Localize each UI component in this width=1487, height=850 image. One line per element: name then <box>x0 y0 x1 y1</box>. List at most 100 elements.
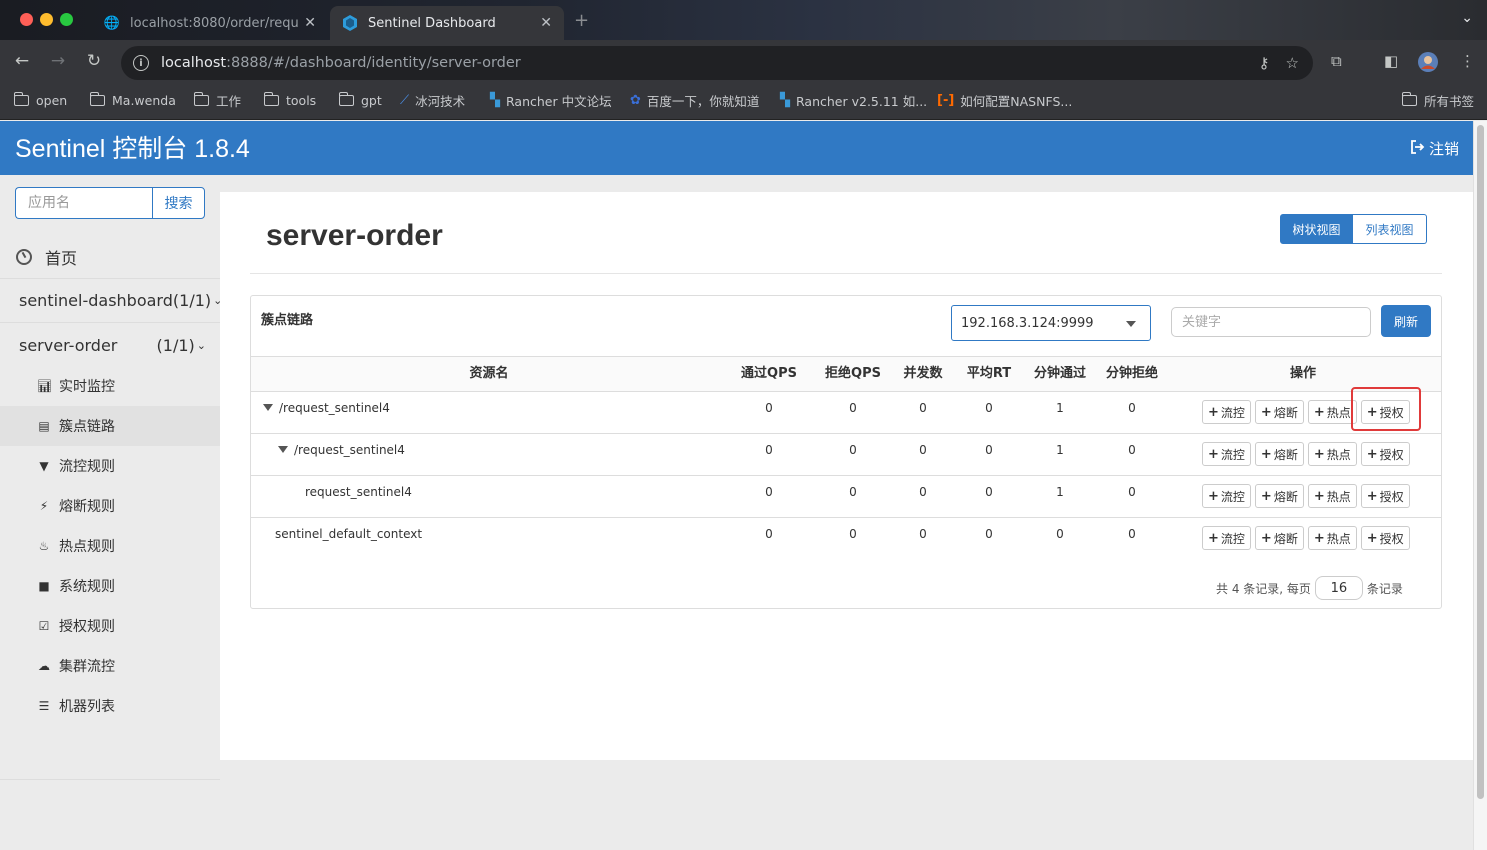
brand-title[interactable]: Sentinel 控制台 1.8.4 <box>15 129 250 165</box>
table-row: request_sentinel4 0 0 0 0 1 0 + 流控 + 熔断 + 热… <box>251 476 1441 518</box>
search-button[interactable]: 搜索 <box>152 187 205 219</box>
menu-item-cluster-flow[interactable]: ☁ 集群流控 <box>0 646 220 686</box>
close-window-button[interactable] <box>20 13 33 26</box>
add-authority-rule-button[interactable]: + 授权 <box>1360 442 1410 466</box>
address-bar[interactable]: i localhost:8888/#/dashboard/identity/se… <box>121 46 1313 80</box>
all-bookmarks[interactable]: 所有书签 <box>1401 86 1474 114</box>
page-scrollbar[interactable] <box>1473 121 1487 850</box>
filter-icon: ▼ <box>39 459 49 473</box>
menu-item-authority-rules[interactable]: ☑ 授权规则 <box>0 606 220 646</box>
column-header: 通过QPS <box>741 366 797 381</box>
bookmark-item[interactable]: open <box>13 86 67 114</box>
chevron-down-icon: ⌄ <box>196 338 206 352</box>
avg-rt: 0 <box>985 401 993 415</box>
menu-item-hotspot-rules[interactable]: ♨ 热点规则 <box>0 526 220 566</box>
bookmark-item[interactable]: tools <box>263 86 316 114</box>
add-authority-rule-button[interactable]: + 授权 <box>1360 400 1410 424</box>
tree-view-button[interactable]: 树状视图 <box>1280 214 1353 244</box>
list-view-button[interactable]: 列表视图 <box>1353 214 1427 244</box>
bookmark-star-icon[interactable]: ☆ <box>1286 54 1299 72</box>
bookmark-item[interactable]: ✿ 百度一下，你就知道 <box>630 86 759 114</box>
expand-triangle-icon[interactable] <box>263 404 273 411</box>
machine-select[interactable]: 192.168.3.124:9999 <box>951 305 1151 341</box>
globe-icon: 🌐 <box>103 15 121 31</box>
password-key-icon[interactable]: ⚷ <box>1259 54 1270 72</box>
add-hotspot-rule-button[interactable]: + 热点 <box>1307 442 1357 466</box>
scrollbar-thumb[interactable] <box>1477 125 1484 799</box>
add-authority-rule-button[interactable]: + 授权 <box>1360 526 1410 550</box>
add-degrade-rule-button[interactable]: + 熔断 <box>1254 484 1304 508</box>
menu-item-degrade-rules[interactable]: ⚡︎ 熔断规则 <box>0 486 220 526</box>
add-flow-rule-button[interactable]: + 流控 <box>1202 400 1251 424</box>
plus-icon: + <box>1313 530 1325 546</box>
pass-qps: 0 <box>765 401 773 415</box>
forward-icon[interactable]: → <box>46 51 70 71</box>
browser-tab[interactable]: 🌐 localhost:8080/order/request_sentinel … <box>92 6 328 40</box>
plus-icon: + <box>1366 530 1378 546</box>
browser-tab-active[interactable]: Sentinel Dashboard ✕ <box>330 6 564 40</box>
add-hotspot-rule-button[interactable]: + 热点 <box>1307 484 1357 508</box>
logout-link[interactable]: 注销 <box>1410 138 1459 159</box>
add-degrade-rule-button[interactable]: + 熔断 <box>1254 526 1304 550</box>
column-header: 拒绝QPS <box>825 366 881 381</box>
add-authority-rule-button[interactable]: + 授权 <box>1360 484 1410 508</box>
menu-item-machine-list[interactable]: ☰ 机器列表 <box>0 686 220 726</box>
folder-icon <box>13 91 29 106</box>
column-header: 并发数 <box>903 366 943 381</box>
bookmark-item[interactable]: ▚ Rancher 中文论坛 <box>490 86 612 114</box>
new-tab-icon[interactable]: + <box>574 10 589 31</box>
menu-item-realtime-monitor[interactable]: 📊︎ 实时监控 <box>0 366 220 406</box>
bookmark-item[interactable]: ⟋ 冰河技术 <box>400 86 465 114</box>
add-hotspot-rule-button[interactable]: + 热点 <box>1307 526 1357 550</box>
add-flow-rule-button[interactable]: + 流控 <box>1202 442 1251 466</box>
site-info-icon[interactable]: i <box>133 55 149 71</box>
close-tab-icon[interactable]: ✕ <box>540 15 552 31</box>
refresh-button[interactable]: 刷新 <box>1381 305 1431 337</box>
side-panel-icon[interactable]: ◧ <box>1384 52 1398 70</box>
sidebar-home[interactable]: 首页 <box>0 235 220 279</box>
expand-triangle-icon[interactable] <box>278 446 288 453</box>
threads: 0 <box>919 527 927 541</box>
add-degrade-rule-button[interactable]: + 熔断 <box>1254 400 1304 424</box>
resource-name[interactable]: request_sentinel4 <box>305 485 412 499</box>
menu-item-system-rules[interactable]: ■ 系统规则 <box>0 566 220 606</box>
bookmark-item[interactable]: gpt <box>338 86 382 114</box>
sidebar-app-sentinel-dashboard[interactable]: sentinel-dashboard (1/1) ⌄ <box>0 279 222 323</box>
divider <box>250 273 1442 274</box>
keyword-input[interactable] <box>1171 307 1371 337</box>
page-size-input[interactable]: 16 <box>1314 576 1363 600</box>
minimize-window-button[interactable] <box>40 13 53 26</box>
bookmark-item[interactable]: 工作 <box>193 86 241 114</box>
bookmark-item[interactable]: ▚ Rancher v2.5.11 如... <box>780 86 927 114</box>
extensions-icon[interactable]: ⧉ <box>1331 52 1342 70</box>
menu-item-flow-rules[interactable]: ▼ 流控规则 <box>0 446 220 486</box>
maximize-window-button[interactable] <box>60 13 73 26</box>
plus-icon: + <box>1260 530 1272 546</box>
profile-avatar[interactable] <box>1418 52 1438 76</box>
plus-icon: + <box>1313 404 1325 420</box>
rancher-icon: ▚ <box>490 92 500 108</box>
add-flow-rule-button[interactable]: + 流控 <box>1202 484 1251 508</box>
resource-name[interactable]: sentinel_default_context <box>275 527 422 541</box>
app-search-input[interactable] <box>15 187 152 219</box>
reload-icon[interactable]: ↻ <box>82 51 106 71</box>
minute-block: 0 <box>1128 401 1136 415</box>
minute-block: 0 <box>1128 527 1136 541</box>
sidebar-app-server-order[interactable]: server-order (1/1) ⌄ <box>0 323 220 367</box>
close-tab-icon[interactable]: ✕ <box>304 15 316 31</box>
resource-name[interactable]: /request_sentinel4 <box>278 443 405 457</box>
cluster-chain-panel: 簇点链路 192.168.3.124:9999 刷新 资源名 通过QPS 拒绝Q… <box>250 295 1442 609</box>
table-row: /request_sentinel4 0 0 0 0 1 0 + 流控 + 熔断 +… <box>251 434 1441 476</box>
threads: 0 <box>919 485 927 499</box>
resource-name[interactable]: /request_sentinel4 <box>263 401 390 415</box>
menu-item-cluster-chain[interactable]: ▤ 簇点链路 <box>0 406 220 446</box>
browser-menu-icon[interactable]: ⋮ <box>1460 52 1475 70</box>
bookmark-item[interactable]: [-] 如何配置NASNFS... <box>937 86 1072 114</box>
tab-search-chevron-icon[interactable]: ⌄ <box>1461 10 1473 26</box>
rancher-icon: ▚ <box>780 92 790 108</box>
back-icon[interactable]: ← <box>10 51 34 71</box>
add-degrade-rule-button[interactable]: + 熔断 <box>1254 442 1304 466</box>
add-flow-rule-button[interactable]: + 流控 <box>1202 526 1251 550</box>
add-hotspot-rule-button[interactable]: + 热点 <box>1307 400 1357 424</box>
bookmark-item[interactable]: Ma.wenda <box>89 86 176 114</box>
